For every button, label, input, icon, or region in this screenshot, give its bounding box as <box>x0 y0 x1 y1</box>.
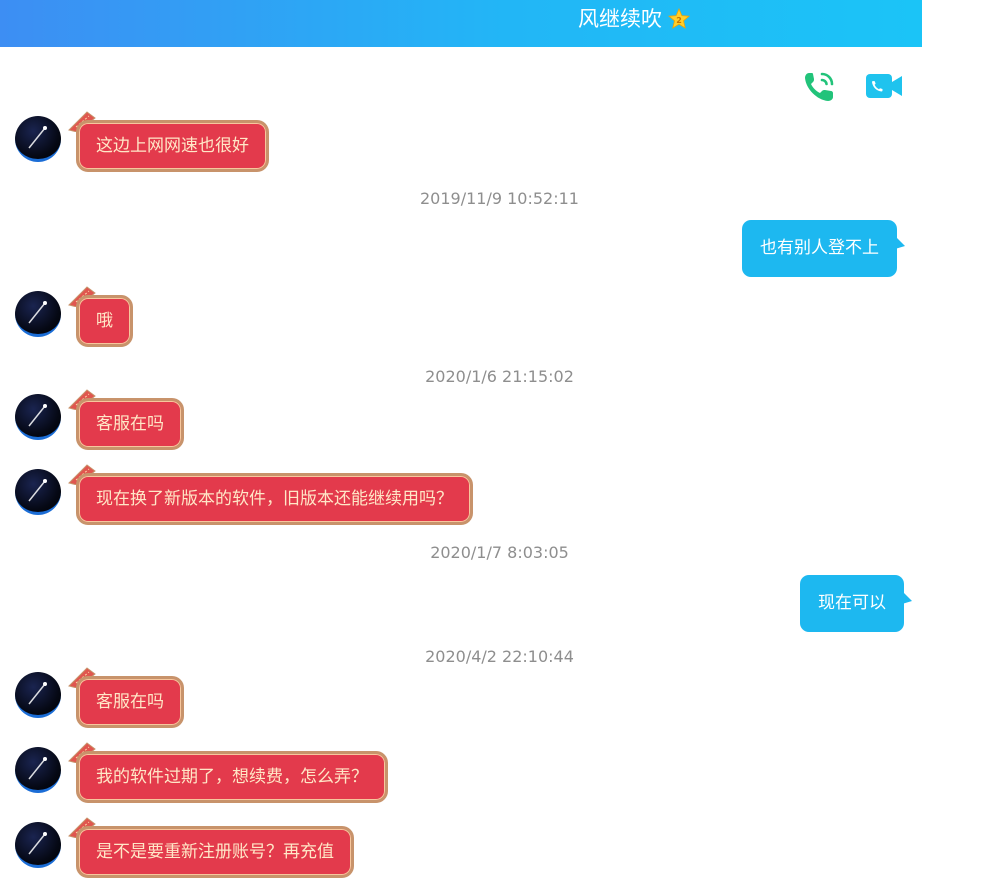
message-bubble: 我的软件过期了，想续费，怎么弄？ <box>76 751 388 803</box>
meteor-icon <box>28 404 47 427</box>
timestamp: 2020/4/2 22:10:44 <box>425 647 574 666</box>
meteor-icon <box>28 301 47 324</box>
star-badge-icon: 2 <box>668 8 690 29</box>
contact-name: 风继续吹 <box>578 7 662 31</box>
timestamp: 2020/1/7 8:03:05 <box>430 543 569 562</box>
message-bubble: 客服在吗 <box>76 676 184 728</box>
timestamp: 2020/1/6 21:15:02 <box>425 367 574 386</box>
avatar[interactable] <box>15 291 61 337</box>
chat-title-group: 风继续吹 2 <box>578 4 690 34</box>
meteor-icon <box>28 757 47 780</box>
avatar[interactable] <box>15 469 61 515</box>
message-bubble-sent: 也有别人登不上 <box>742 220 905 277</box>
voice-call-button[interactable] <box>800 66 840 106</box>
avatar[interactable] <box>15 747 61 793</box>
avatar[interactable] <box>15 672 61 718</box>
meteor-icon <box>28 126 47 149</box>
meteor-icon <box>28 479 47 502</box>
message-bubble: 现在换了新版本的软件，旧版本还能继续用吗？ <box>76 473 473 525</box>
meteor-icon <box>28 682 47 705</box>
message-bubble: 客服在吗 <box>76 398 184 450</box>
message-bubble: 是不是要重新注册账号？再充值 <box>76 826 354 878</box>
message-bubble-sent: 现在可以 <box>800 575 912 632</box>
video-camera-icon <box>866 74 902 98</box>
phone-call-icon <box>805 72 834 101</box>
message-bubble: 哦 <box>76 295 133 347</box>
chat-header: 风继续吹 2 <box>0 0 922 47</box>
avatar[interactable] <box>15 822 61 868</box>
svg-text:2: 2 <box>676 16 682 25</box>
avatar[interactable] <box>15 116 61 162</box>
video-call-button[interactable] <box>864 66 904 106</box>
meteor-icon <box>28 832 47 855</box>
message-bubble: 这边上网网速也很好 <box>76 120 269 172</box>
timestamp: 2019/11/9 10:52:11 <box>420 189 579 208</box>
avatar[interactable] <box>15 394 61 440</box>
call-actions <box>800 66 910 106</box>
